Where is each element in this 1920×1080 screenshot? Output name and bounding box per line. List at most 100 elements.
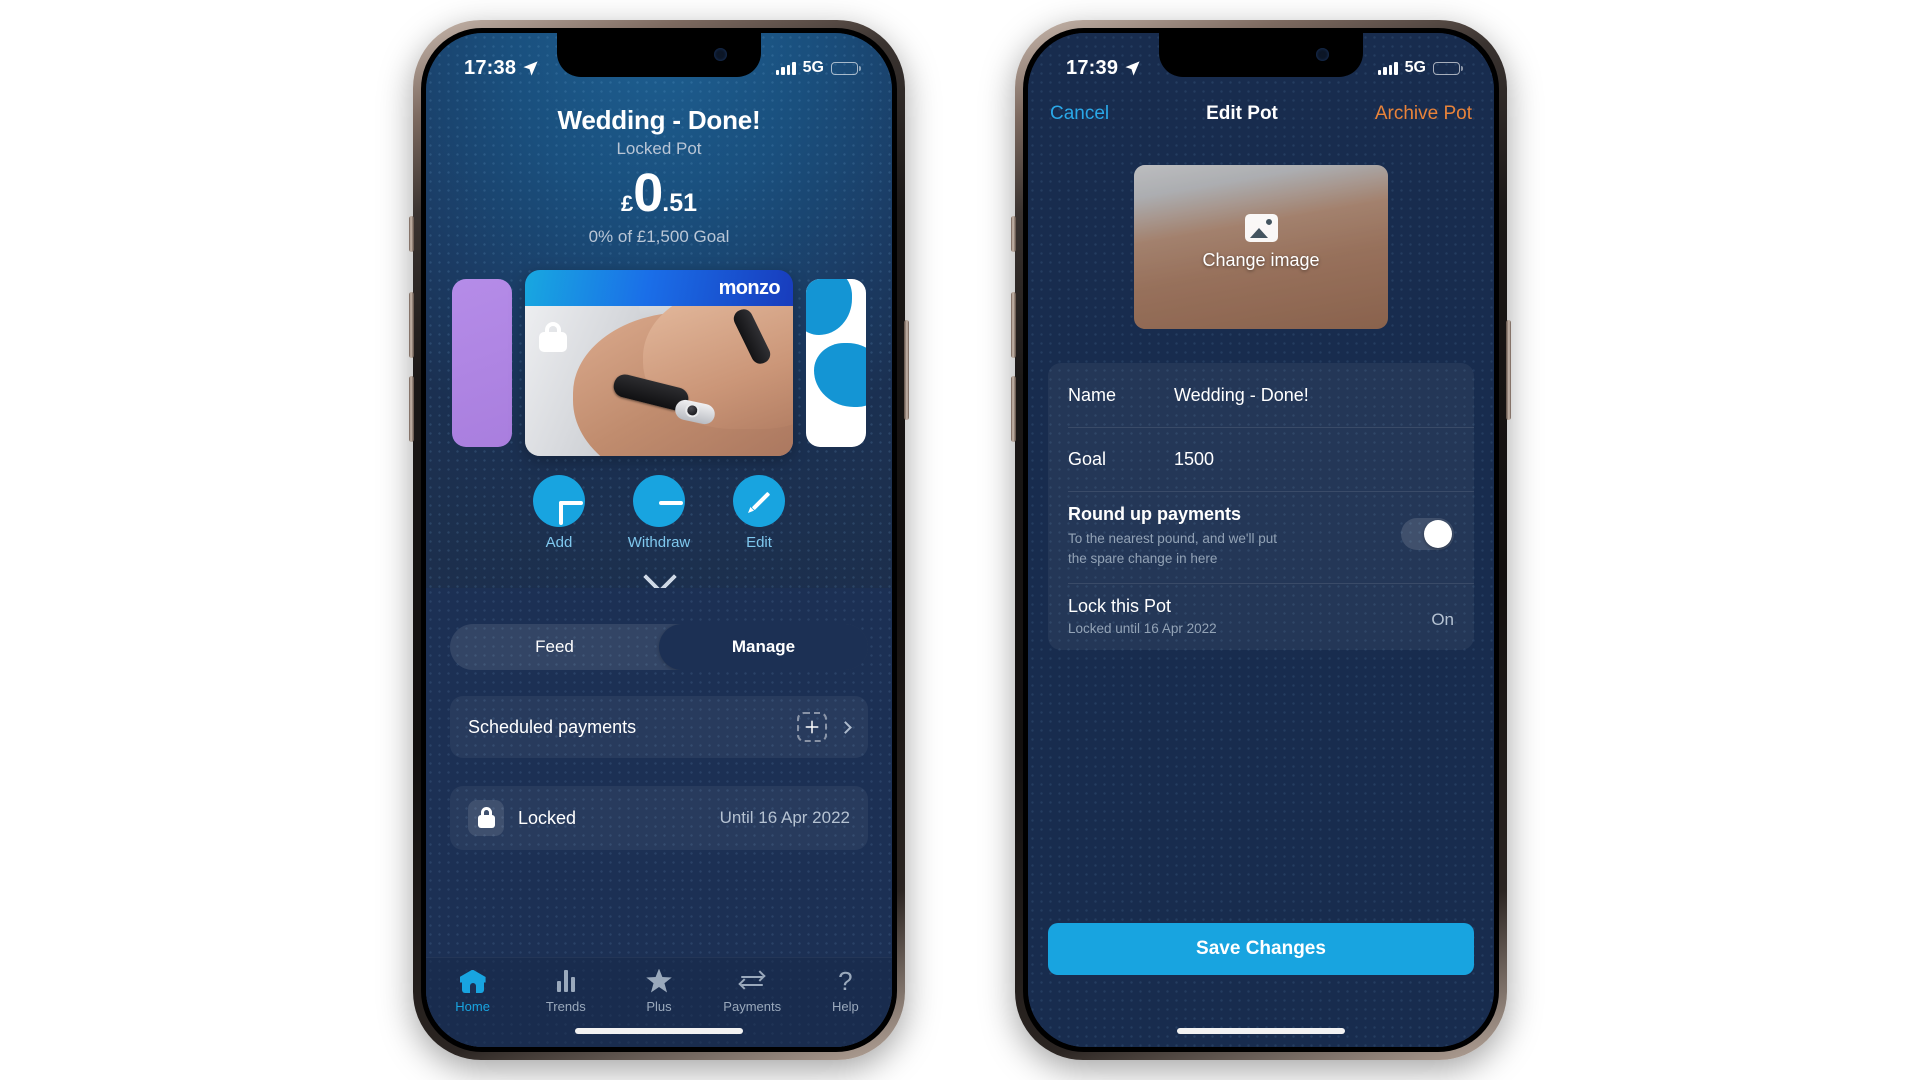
edit-pot-nav-bar: Cancel Edit Pot Archive Pot xyxy=(1028,95,1494,133)
tab-help[interactable]: ? Help xyxy=(799,968,892,1014)
tab-home[interactable]: Home xyxy=(426,968,519,1014)
tab-help-label: Help xyxy=(832,999,859,1014)
phone-device-left: 17:38 5G Wedding - Done! Locked Pot £ 0 … xyxy=(409,20,909,1060)
network-label: 5G xyxy=(1404,59,1426,76)
home-icon xyxy=(459,969,486,993)
status-time: 17:39 xyxy=(1066,56,1119,79)
lock-icon xyxy=(468,800,504,836)
power-button[interactable] xyxy=(1506,320,1511,420)
tab-plus-label: Plus xyxy=(646,999,672,1014)
goal-input[interactable]: 1500 xyxy=(1174,449,1214,470)
locked-label: Locked xyxy=(518,807,577,828)
carousel-card-next[interactable] xyxy=(806,279,866,447)
pot-bottom-sheet: Feed Manage Scheduled payments Locked Un… xyxy=(426,588,892,1047)
currency-symbol: £ xyxy=(620,191,634,216)
status-time-group: 17:39 xyxy=(1066,57,1141,80)
tab-trends[interactable]: Trends xyxy=(519,968,612,1014)
phone-bezel-right: 17:39 5G Cancel Edit Pot Archive Pot Cha… xyxy=(1023,28,1499,1052)
pot-detail-background: 17:38 5G Wedding - Done! Locked Pot £ 0 … xyxy=(426,33,892,1047)
home-indicator[interactable] xyxy=(575,1028,743,1034)
scheduled-payments-row[interactable]: Scheduled payments xyxy=(450,696,868,758)
name-input[interactable]: Wedding - Done! xyxy=(1174,385,1309,406)
name-field-row[interactable]: Name Wedding - Done! xyxy=(1048,363,1474,427)
balance-decimal: .51 xyxy=(662,189,698,217)
status-bar-right: 17:39 5G xyxy=(1028,33,1494,89)
mute-switch[interactable] xyxy=(1011,216,1016,252)
pot-action-buttons: Add Withdraw Edit xyxy=(426,475,892,551)
phone-device-right: 17:39 5G Cancel Edit Pot Archive Pot Cha… xyxy=(1011,20,1511,1060)
lock-pot-title: Lock this Pot xyxy=(1068,596,1172,617)
battery-low-icon xyxy=(831,61,861,75)
pot-subtitle: Locked Pot xyxy=(616,139,702,158)
round-up-payments-row[interactable]: Round up payments To the nearest pound, … xyxy=(1048,491,1474,583)
edit-pot-background: 17:39 5G Cancel Edit Pot Archive Pot Cha… xyxy=(1028,33,1494,1047)
pot-card-current[interactable]: monzo xyxy=(525,270,793,456)
tab-feed[interactable]: Feed xyxy=(450,624,659,670)
status-indicators: 5G xyxy=(1377,59,1463,77)
volume-up-button[interactable] xyxy=(409,292,414,358)
pot-balance: £ 0 .51 xyxy=(426,163,892,223)
page-title: Edit Pot xyxy=(1206,103,1278,124)
lock-pot-row[interactable]: Lock this Pot Locked until 16 Apr 2022 O… xyxy=(1048,583,1474,650)
home-indicator[interactable] xyxy=(1177,1028,1345,1034)
chevron-down-icon[interactable] xyxy=(644,571,674,586)
signal-bars-icon xyxy=(1377,61,1398,75)
volume-down-button[interactable] xyxy=(409,376,414,442)
withdraw-button-label: Withdraw xyxy=(627,534,691,551)
lock-pot-description: Locked until 16 Apr 2022 xyxy=(1068,621,1217,637)
transfer-arrows-icon xyxy=(738,970,766,991)
status-bar-left: 17:38 5G xyxy=(426,33,892,89)
tab-plus[interactable]: Plus xyxy=(612,968,705,1014)
network-label: 5G xyxy=(802,59,824,76)
bar-chart-icon xyxy=(556,970,575,992)
tab-manage[interactable]: Manage xyxy=(659,624,868,670)
pot-image-carousel[interactable]: monzo xyxy=(426,265,892,461)
location-arrow-icon xyxy=(523,60,538,76)
carousel-card-previous[interactable] xyxy=(452,279,512,447)
star-icon xyxy=(646,968,672,993)
add-dashed-icon[interactable] xyxy=(797,712,827,742)
lock-pot-state: On xyxy=(1431,610,1454,630)
goal-field-row[interactable]: Goal 1500 xyxy=(1048,427,1474,491)
locked-status-row[interactable]: Locked Until 16 Apr 2022 xyxy=(450,786,868,850)
tab-trends-label: Trends xyxy=(545,999,586,1014)
location-arrow-icon xyxy=(1125,60,1140,76)
name-label: Name xyxy=(1068,384,1117,405)
screen-pot-detail: 17:38 5G Wedding - Done! Locked Pot £ 0 … xyxy=(426,33,892,1047)
battery-low-icon xyxy=(1433,61,1463,75)
pot-goal-progress: 0% of £1,500 Goal xyxy=(588,227,730,246)
tab-payments[interactable]: Payments xyxy=(706,968,799,1014)
chevron-right-icon xyxy=(839,720,852,734)
screenshot-stage: 17:38 5G Wedding - Done! Locked Pot £ 0 … xyxy=(0,0,1920,1080)
tab-home-label: Home xyxy=(455,999,490,1014)
archive-pot-button[interactable]: Archive Pot xyxy=(1375,103,1472,125)
pencil-icon xyxy=(747,489,771,513)
volume-up-button[interactable] xyxy=(1011,292,1016,358)
tab-payments-label: Payments xyxy=(723,999,782,1014)
round-up-description: To the nearest pound, and we'll put the … xyxy=(1068,531,1277,566)
balance-integer: 0 xyxy=(633,163,663,223)
round-up-toggle[interactable] xyxy=(1401,518,1454,550)
volume-down-button[interactable] xyxy=(1011,376,1016,442)
lock-icon xyxy=(539,322,567,352)
save-changes-button[interactable]: Save Changes xyxy=(1048,923,1474,975)
feed-manage-segmented-control[interactable]: Feed Manage xyxy=(450,624,868,670)
cancel-button[interactable]: Cancel xyxy=(1050,103,1109,125)
edit-button-label: Edit xyxy=(746,534,772,551)
add-button-label: Add xyxy=(545,534,573,551)
signal-bars-icon xyxy=(775,61,796,75)
status-indicators: 5G xyxy=(775,59,861,77)
edit-button[interactable]: Edit xyxy=(722,475,796,551)
change-image-button[interactable]: Change image xyxy=(1134,165,1388,329)
power-button[interactable] xyxy=(904,320,909,420)
monzo-wordmark: monzo xyxy=(718,277,781,299)
phone-bezel-left: 17:38 5G Wedding - Done! Locked Pot £ 0 … xyxy=(421,28,897,1052)
add-button[interactable]: Add xyxy=(522,475,596,551)
edit-pot-form: Name Wedding - Done! Goal 1500 Round up … xyxy=(1048,363,1474,651)
locked-until-value: Until 16 Apr 2022 xyxy=(719,808,850,827)
status-time-group: 17:38 xyxy=(464,57,539,80)
change-image-label: Change image xyxy=(1202,249,1320,270)
photo-icon xyxy=(1244,213,1278,242)
mute-switch[interactable] xyxy=(409,216,414,252)
withdraw-button[interactable]: Withdraw xyxy=(622,475,696,551)
